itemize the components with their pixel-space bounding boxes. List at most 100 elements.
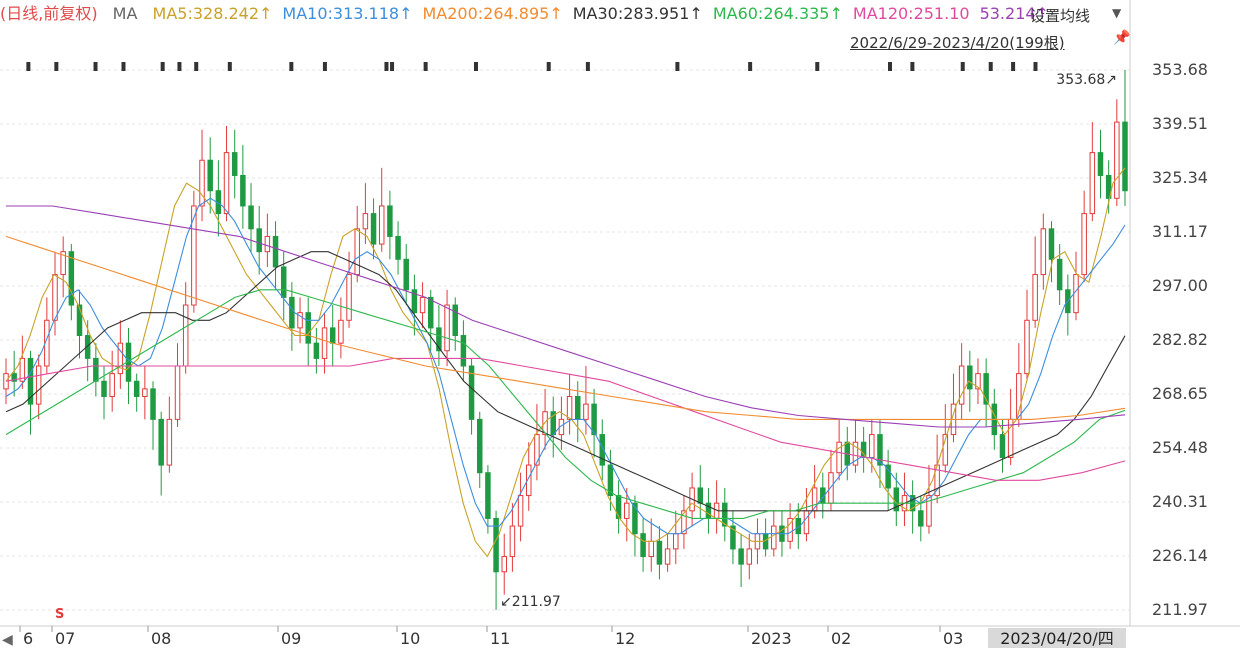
y-tick-label: 254.48 (1152, 438, 1208, 457)
y-tick-label: 211.97 (1152, 600, 1208, 619)
candle-body (166, 418, 173, 466)
candle-body (142, 388, 148, 397)
candle-body (387, 205, 393, 237)
event-marker (815, 62, 820, 71)
candle-body (1048, 228, 1055, 260)
candle-body (1097, 152, 1104, 176)
candle-body (738, 548, 744, 565)
candle-body (648, 540, 655, 558)
candle-body (615, 495, 622, 519)
candle-body (370, 213, 377, 245)
x-tick-label: 12 (615, 629, 635, 648)
candle-body (1114, 121, 1120, 199)
candle-body (223, 152, 230, 215)
crosshair-date-label: 2023/04/20/四 (1000, 629, 1114, 648)
candle-body (501, 556, 507, 573)
candle-body (313, 342, 320, 359)
candle-body (93, 357, 99, 382)
candle-body (338, 319, 344, 344)
candle-body (509, 525, 516, 558)
candle-body (427, 296, 434, 329)
candle-body (395, 235, 401, 260)
min-price-label: ↙211.97 (500, 594, 561, 610)
x-tick-label: 03 (943, 629, 963, 648)
candle-body (403, 258, 409, 291)
candle-body (664, 548, 671, 565)
event-marker (289, 62, 294, 71)
candle-body (967, 365, 973, 390)
candle-body (182, 304, 189, 367)
kline-chart[interactable]: 353.68 339.51 325.34 311.17 297.00 282.82 268.… (0, 0, 1240, 648)
candle-body (52, 274, 58, 321)
y-tick-label: 282.82 (1152, 330, 1208, 349)
candle-body (109, 373, 115, 397)
y-tick-label: 226.14 (1152, 546, 1208, 565)
candle-body (174, 365, 181, 420)
event-marker (160, 62, 165, 71)
x-tick-label: 02 (831, 629, 851, 648)
candle-body (460, 335, 467, 367)
event-marker (585, 62, 590, 71)
candle-body (419, 296, 426, 314)
scroll-left-icon: ◀ (2, 632, 13, 648)
x-tick-label: 6 (23, 629, 33, 648)
candle-body (150, 388, 156, 420)
candle-body (158, 418, 164, 466)
x-tick-label: 08 (151, 629, 171, 648)
event-marker (473, 62, 478, 71)
ma-line-ma30 (5, 251, 1126, 512)
event-marker (194, 62, 199, 71)
candle-body (869, 434, 875, 458)
candle-body (534, 434, 540, 466)
candle-body (640, 533, 646, 558)
candle-body (240, 174, 246, 207)
candle-body (133, 380, 140, 397)
event-marker (322, 62, 327, 71)
candle-body (256, 228, 262, 253)
candle-body (918, 510, 924, 527)
candle-body (378, 205, 385, 245)
event-marker (988, 62, 993, 71)
candle-body (803, 510, 810, 535)
candle-body (566, 395, 573, 420)
candle-body (346, 274, 352, 321)
candle-body (624, 502, 630, 519)
event-marker (54, 62, 59, 71)
y-tick-label: 325.34 (1152, 168, 1208, 187)
y-tick-label: 353.68 (1152, 60, 1208, 79)
y-tick-label: 339.51 (1152, 114, 1208, 133)
event-marker (177, 62, 182, 71)
event-marker (423, 62, 428, 71)
candle-body (1040, 228, 1047, 276)
candle-body (362, 213, 369, 230)
candle-body (444, 304, 450, 352)
candle-body (289, 296, 295, 329)
event-marker (93, 62, 98, 71)
y-tick-label: 311.17 (1152, 222, 1208, 241)
candle-body (231, 152, 238, 176)
candle-body (1089, 152, 1096, 215)
candle-body (746, 548, 753, 565)
candle-body (828, 472, 834, 504)
ma-line-ma60 (5, 289, 1126, 519)
event-marker (390, 62, 395, 71)
x-tick-label: 11 (490, 629, 510, 648)
x-tick-label: 09 (281, 629, 301, 648)
x-tick-label: 07 (55, 629, 75, 648)
x-tick-label: 10 (400, 629, 420, 648)
candle-body (207, 159, 213, 192)
candle-body (117, 342, 124, 375)
candle-body (452, 304, 458, 337)
candle-body (575, 395, 581, 420)
candle-body (264, 235, 271, 253)
candle-body (656, 540, 663, 565)
event-marker (121, 62, 126, 71)
candle-body (697, 487, 704, 504)
y-tick-label: 240.31 (1152, 492, 1208, 511)
candle-body (305, 312, 311, 344)
candle-body (199, 159, 205, 207)
candle-body (280, 266, 287, 298)
candle-body (272, 235, 279, 268)
candle-body (1081, 213, 1087, 276)
candle-body (583, 403, 589, 420)
